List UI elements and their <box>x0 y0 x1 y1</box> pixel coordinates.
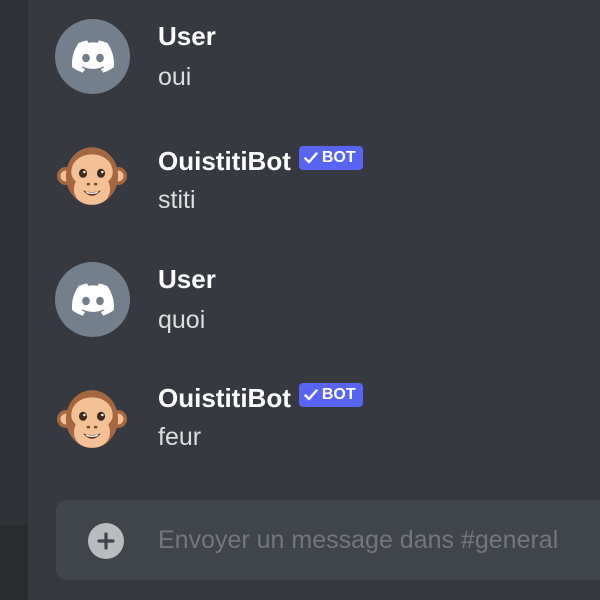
author-name[interactable]: OuistitiBot <box>158 146 291 176</box>
message-header: OuistitiBot BOT <box>158 383 363 413</box>
discord-logo-icon <box>72 283 114 316</box>
attach-button[interactable] <box>88 523 124 559</box>
bot-avatar[interactable] <box>55 140 130 215</box>
plus-circle-icon <box>97 532 115 550</box>
message-item: OuistitiBot BOT stiti <box>28 140 600 240</box>
message-content: oui <box>158 63 192 91</box>
monkey-face-icon <box>56 140 128 212</box>
bot-badge: BOT <box>298 383 363 407</box>
user-avatar[interactable] <box>55 262 130 337</box>
message-header: User <box>158 21 216 51</box>
user-panel-edge <box>0 525 28 600</box>
author-name[interactable]: OuistitiBot <box>158 383 291 413</box>
discord-logo-icon <box>72 40 114 73</box>
message-content: quoi <box>158 306 206 334</box>
message-header: OuistitiBot BOT <box>158 146 363 176</box>
monkey-face-icon <box>56 383 128 455</box>
checkmark-icon <box>304 389 318 401</box>
author-name[interactable]: User <box>158 264 216 294</box>
message-content: stiti <box>158 186 196 214</box>
message-item: User oui <box>28 19 600 119</box>
message-item: OuistitiBot BOT feur <box>28 383 600 483</box>
author-name[interactable]: User <box>158 21 216 51</box>
bot-tag-label: BOT <box>321 149 356 166</box>
bot-tag-label: BOT <box>321 386 356 403</box>
message-item: User quoi <box>28 262 600 362</box>
user-avatar[interactable] <box>55 19 130 94</box>
message-header: User <box>158 264 216 294</box>
message-list: User oui OuistitiBot BOT stiti User quoi… <box>28 0 600 600</box>
message-content: feur <box>158 423 202 451</box>
bot-avatar[interactable] <box>55 383 130 458</box>
message-composer <box>56 500 600 580</box>
sidebar-edge <box>0 0 28 600</box>
message-input[interactable] <box>158 518 600 562</box>
checkmark-icon <box>304 152 318 164</box>
bot-badge: BOT <box>298 146 363 170</box>
